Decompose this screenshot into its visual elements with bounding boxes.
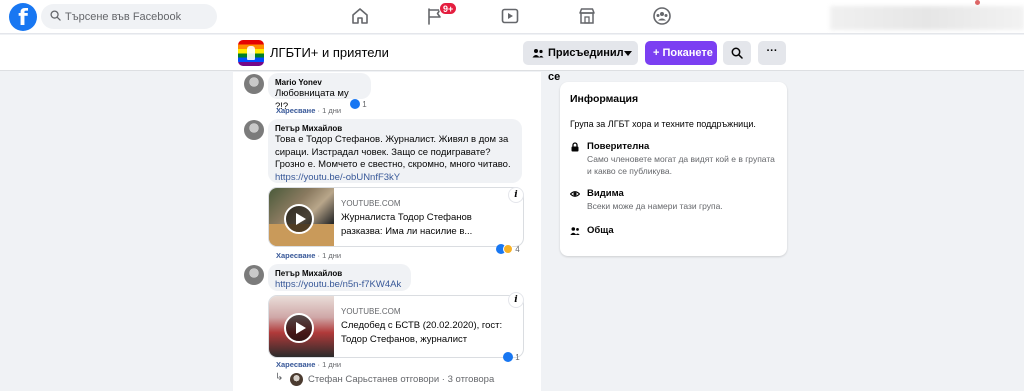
comment-actions: Харесване · 1 дни [276,251,341,260]
groups-icon[interactable] [652,6,672,26]
comment-bubble: Петър Михайлов https://youtu.be/n5n-f7KW… [268,264,411,291]
link-domain: YOUTUBE.COM [341,199,401,208]
avatar[interactable] [244,74,264,94]
comment-author[interactable]: Петър Михайлов [275,123,515,134]
haha-reaction-icon [503,244,513,254]
comment-actions: Харесване · 1 дни [276,106,341,115]
comment-author[interactable]: Петър Михайлов [275,268,404,279]
comment-time[interactable]: · 1 дни [317,106,341,115]
comment-text-line: Това е Тодор Стефанов. Журналист. Живял … [275,134,509,145]
search-icon [731,47,743,59]
like-link[interactable]: Харесване [276,360,315,369]
group-name[interactable]: ЛГБТИ+ и приятели [270,45,389,60]
more-options-button[interactable]: ··· [758,41,786,65]
visibility-title: Видима [587,188,624,199]
invite-label: + Поканете [653,47,713,59]
play-icon[interactable] [284,313,314,343]
group-description: Група за ЛГБТ хора и техните поддръжници… [570,119,756,129]
reaction-count[interactable]: 4 [496,244,520,256]
view-replies-link[interactable]: ↳ Стефан Сарьстанев отговори · 3 отговор… [275,372,535,388]
comment-time[interactable]: · 1 дни [317,360,341,369]
blurred-indicator [975,0,980,5]
info-title: Информация [570,93,639,105]
link-title-line: Тодор Стефанов, журналист [341,333,468,345]
comment-author[interactable]: Mario Yonev [275,77,364,88]
search-input[interactable] [65,4,213,29]
marketplace-icon[interactable] [577,6,597,26]
home-icon[interactable] [350,6,370,26]
search-icon [50,10,61,21]
link-domain: YOUTUBE.COM [341,307,401,316]
comment-bubble: Петър Михайлов Това е Тодор Стефанов. Жу… [268,119,522,183]
comment-text-line: сираци. Изстрадал човек. Защо се подигра… [275,146,491,158]
info-icon[interactable]: i [508,292,524,308]
avatar[interactable] [244,120,264,140]
joined-button[interactable]: Присъединил се [523,41,638,83]
reply-arrow-icon: ↳ [275,372,284,383]
video-thumbnail[interactable] [269,296,334,357]
search-box[interactable] [41,4,217,29]
reply-summary[interactable]: Стефан Сарьстанев отговори · 3 отговора [308,374,494,385]
like-reaction-icon [503,352,513,362]
visibility-subtitle: Всеки може да намери тази група. [587,201,723,211]
link-title-line: Журналиста Тодор Стефанов [341,212,472,223]
like-link[interactable]: Харесване [276,106,315,115]
watch-icon[interactable] [500,6,520,26]
avatar[interactable] [244,265,264,285]
blurred-profile-area [830,6,1024,30]
eye-icon [570,191,580,197]
comment-bubble: Mario Yonev Любовницата му ?!? [268,73,371,112]
link-info: YOUTUBE.COM Следобед с БСТВ (20.02.2020)… [341,306,519,346]
comment-actions: Харесване · 1 дни [276,360,341,369]
like-reaction-icon [350,99,360,109]
group-header-bar: ЛГБТИ+ и приятели Присъединил се + Покан… [0,35,1024,83]
comment-link[interactable]: https://youtu.be/-obUNnfF3kY [275,172,515,185]
general-title: Обща [587,225,614,236]
like-link[interactable]: Харесване [276,251,315,260]
reply-avatar [290,373,303,386]
comment-time[interactable]: · 1 дни [317,251,341,260]
page-scrollbar[interactable] [1018,72,1024,391]
top-navigation-bar: f 9+ [0,0,1024,34]
privacy-subtitle: Само членовете могат да видят кой е в гр… [587,154,775,176]
info-icon[interactable]: i [508,187,524,203]
reaction-count[interactable]: 1 [350,99,367,111]
comment-text-line: Грозно е. Момчето е свестно, скромно, мн… [275,159,511,170]
link-preview-card[interactable]: YOUTUBE.COM Следобед с БСТВ (20.02.2020)… [268,295,524,358]
link-title-line: разказва: Има ли насилие в... [341,225,473,237]
link-title-line: Следобед с БСТВ (20.02.2020), гост: [341,320,503,331]
reaction-number: 1 [362,100,367,109]
facebook-logo[interactable]: f [9,3,37,31]
group-cover-thumbnail[interactable] [238,40,264,66]
link-preview-card[interactable]: YOUTUBE.COM Журналиста Тодор Стефанов ра… [268,187,524,247]
members-icon [532,49,544,58]
group-info-card: Информация Група за ЛГБТ хора и техните … [560,82,787,256]
reaction-number: 4 [515,245,520,254]
privacy-title: Поверителна [587,141,650,152]
reaction-count[interactable]: 1 [503,352,520,364]
comment-link[interactable]: https://youtu.be/n5n-f7KW4Ak [275,279,404,292]
chevron-down-icon [624,51,632,56]
play-icon[interactable] [284,204,314,234]
invite-button[interactable]: + Поканете [645,41,717,65]
lock-icon [571,142,579,152]
group-members-icon [570,227,580,235]
group-search-button[interactable] [723,41,751,65]
video-thumbnail[interactable] [269,188,334,246]
more-dots-icon: ··· [766,45,778,57]
notification-badge: 9+ [439,2,458,15]
reaction-number: 1 [515,353,520,362]
link-info: YOUTUBE.COM Журналиста Тодор Стефанов ра… [341,198,519,238]
